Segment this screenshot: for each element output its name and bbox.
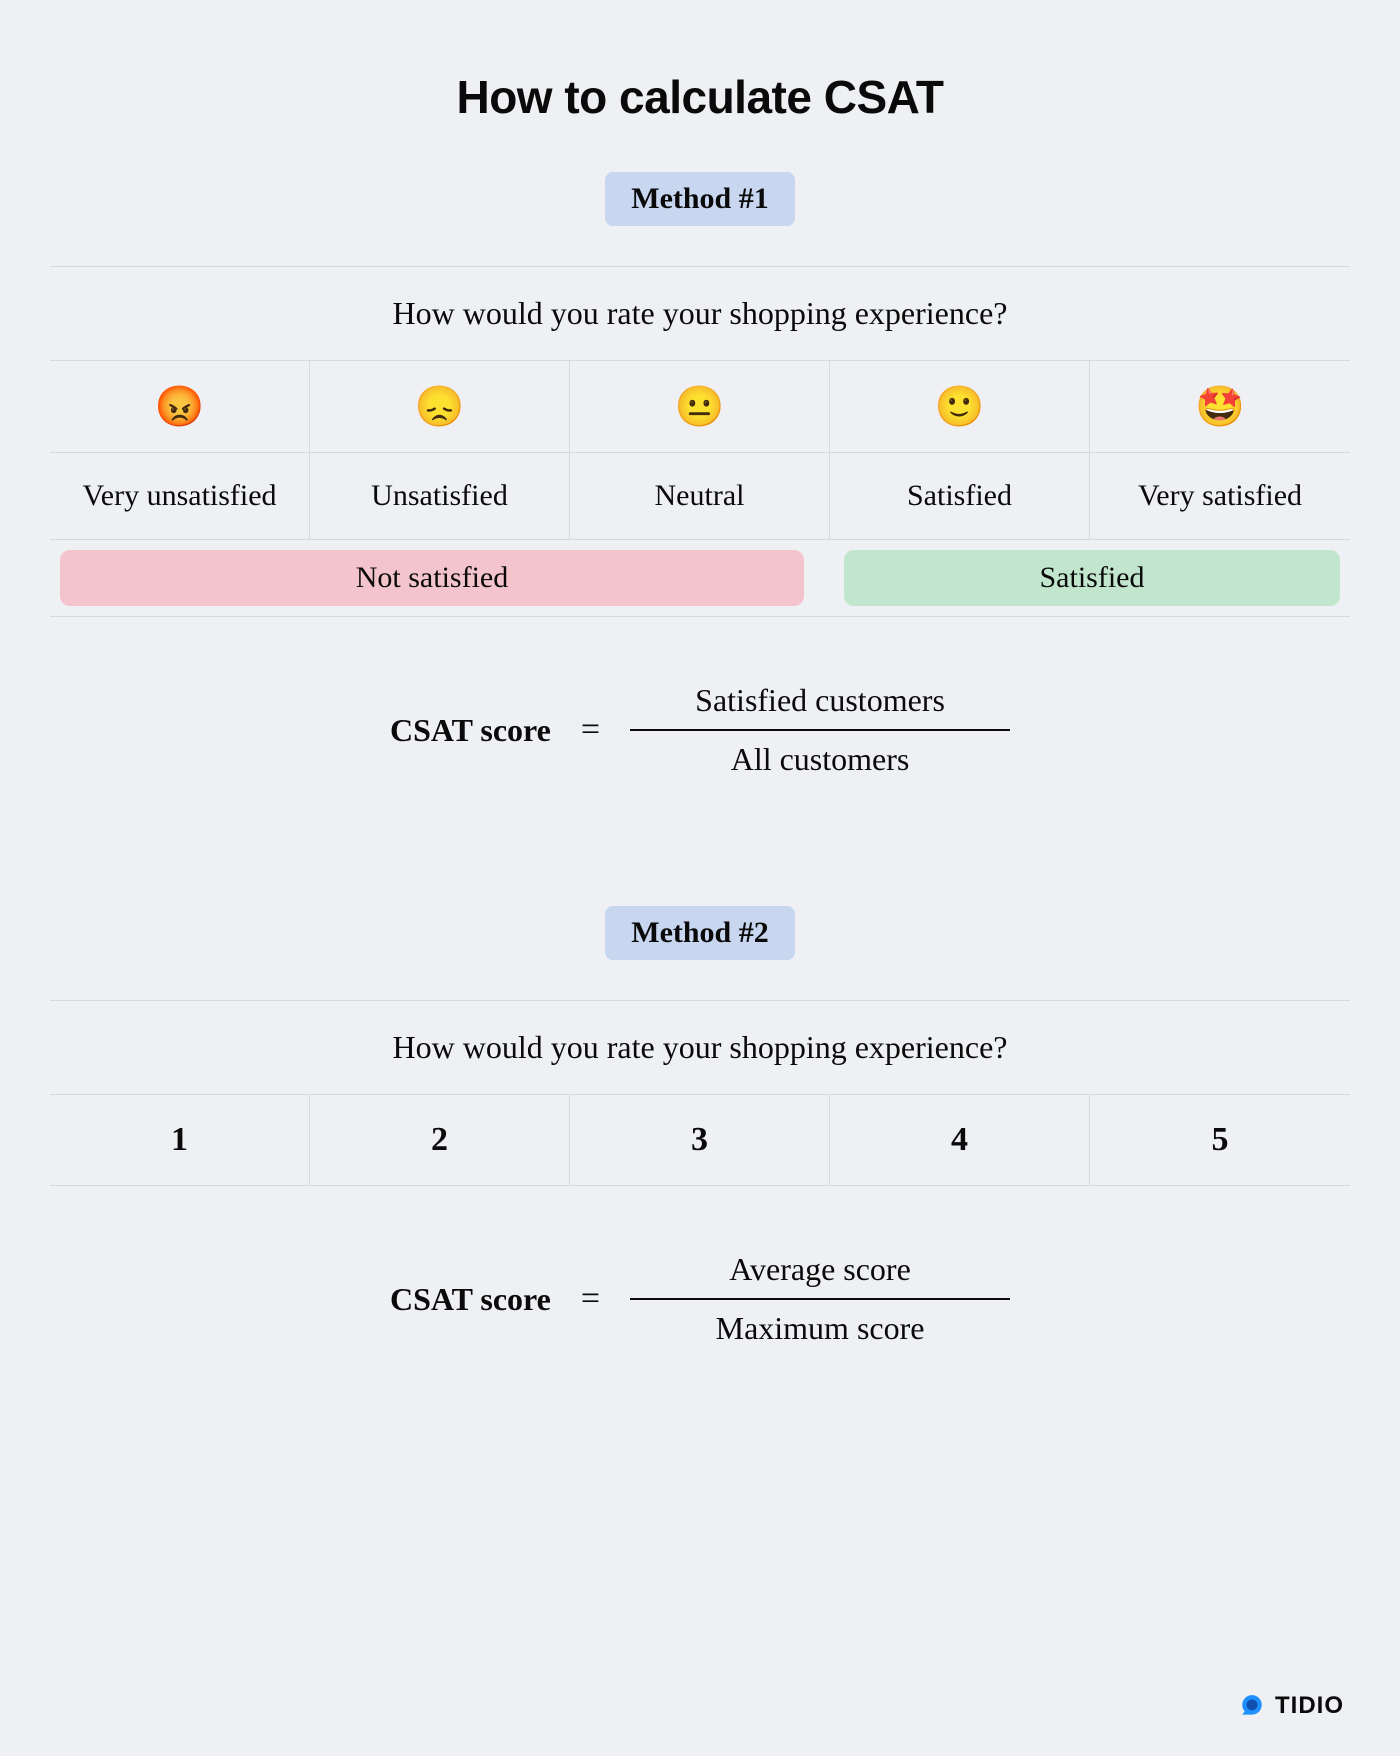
number-row: 1 2 3 4 5: [50, 1095, 1350, 1186]
method-2-section: How would you rate your shopping experie…: [50, 1000, 1350, 1186]
fraction: Satisfied customers All customers: [630, 672, 1010, 788]
rating-emoji-5: 🤩: [1090, 361, 1350, 452]
rating-label-1: Very unsatisfied: [50, 453, 310, 539]
rating-number-3: 3: [570, 1095, 830, 1185]
formula-label: CSAT score: [390, 1281, 551, 1318]
equals-sign: =: [581, 711, 600, 749]
method-1-section: How would you rate your shopping experie…: [50, 266, 1350, 617]
denominator: Maximum score: [696, 1300, 945, 1357]
method-1-badge: Method #1: [605, 172, 795, 226]
satisfied-pill: Satisfied: [844, 550, 1340, 606]
numerator: Satisfied customers: [675, 672, 965, 729]
method-2-question: How would you rate your shopping experie…: [50, 1001, 1350, 1095]
method-1-question: How would you rate your shopping experie…: [50, 267, 1350, 361]
rating-number-4: 4: [830, 1095, 1090, 1185]
denominator: All customers: [711, 731, 930, 788]
rating-label-4: Satisfied: [830, 453, 1090, 539]
formula-label: CSAT score: [390, 712, 551, 749]
rating-label-2: Unsatisfied: [310, 453, 570, 539]
rating-number-2: 2: [310, 1095, 570, 1185]
brand-text: TIDIO: [1275, 1692, 1344, 1720]
method-1-formula: CSAT score = Satisfied customers All cus…: [50, 672, 1350, 788]
brand-logo: TIDIO: [1239, 1692, 1344, 1720]
method-2-badge: Method #2: [605, 906, 795, 960]
rating-number-1: 1: [50, 1095, 310, 1185]
rating-emoji-4: 🙂: [830, 361, 1090, 452]
rating-emoji-1: 😡: [50, 361, 310, 452]
emoji-row: 😡 😞 😐 🙂 🤩: [50, 361, 1350, 453]
group-row: Not satisfied Satisfied: [50, 540, 1350, 617]
page-title: How to calculate CSAT: [50, 70, 1350, 124]
label-row: Very unsatisfied Unsatisfied Neutral Sat…: [50, 453, 1350, 540]
not-satisfied-pill: Not satisfied: [60, 550, 804, 606]
rating-emoji-3: 😐: [570, 361, 830, 452]
rating-number-5: 5: [1090, 1095, 1350, 1185]
tidio-icon: [1239, 1693, 1265, 1719]
rating-label-5: Very satisfied: [1090, 453, 1350, 539]
numerator: Average score: [709, 1241, 931, 1298]
fraction: Average score Maximum score: [630, 1241, 1010, 1357]
rating-emoji-2: 😞: [310, 361, 570, 452]
equals-sign: =: [581, 1280, 600, 1318]
rating-label-3: Neutral: [570, 453, 830, 539]
method-2-formula: CSAT score = Average score Maximum score: [50, 1241, 1350, 1357]
